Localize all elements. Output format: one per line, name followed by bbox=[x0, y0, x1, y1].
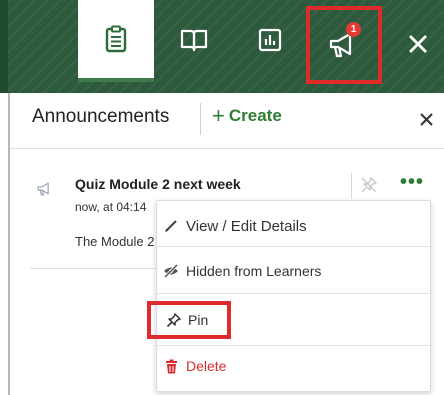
announcement-timestamp: now, at 04:14 bbox=[75, 200, 147, 214]
tab-book[interactable] bbox=[156, 0, 232, 80]
menu-item-hidden-from-learners[interactable]: Hidden from Learners bbox=[157, 257, 432, 285]
announcement-divider bbox=[30, 268, 156, 269]
close-panel-button[interactable] bbox=[414, 107, 438, 131]
announcement-body: The Module 2 bbox=[75, 234, 155, 249]
bar-chart-icon bbox=[258, 28, 282, 52]
close-sidebar-button[interactable] bbox=[398, 24, 438, 64]
header-divider bbox=[200, 103, 201, 135]
menu-item-pin[interactable]: Pin bbox=[157, 305, 432, 335]
pencil-icon bbox=[163, 218, 179, 234]
menu-item-view-edit[interactable]: View / Edit Details bbox=[157, 211, 432, 241]
actions-divider bbox=[351, 173, 352, 199]
trash-icon bbox=[163, 358, 179, 374]
plus-icon: + bbox=[212, 103, 225, 128]
notification-badge: 1 bbox=[346, 22, 361, 37]
announcement-megaphone-icon bbox=[36, 180, 54, 203]
menu-divider bbox=[157, 246, 432, 247]
menu-divider bbox=[157, 345, 432, 346]
menu-item-delete[interactable]: Delete bbox=[157, 351, 432, 381]
panel-header: Announcements + Create bbox=[10, 93, 444, 149]
panel-title: Announcements bbox=[32, 106, 170, 127]
close-icon bbox=[409, 35, 427, 53]
tab-announcements[interactable]: 1 bbox=[306, 6, 382, 84]
pin-icon bbox=[165, 312, 181, 328]
menu-item-label: Delete bbox=[186, 358, 227, 374]
tab-notes[interactable] bbox=[78, 0, 154, 82]
announcement-title[interactable]: Quiz Module 2 next week bbox=[75, 176, 241, 192]
menu-divider bbox=[157, 293, 432, 294]
pin-toggle-button[interactable] bbox=[360, 176, 378, 199]
eye-off-icon bbox=[163, 263, 179, 279]
menu-item-label: Hidden from Learners bbox=[186, 263, 322, 279]
book-icon bbox=[180, 29, 208, 52]
announcement-options-menu: View / Edit Details Hidden from Learners… bbox=[147, 200, 432, 392]
top-navigation-bar: 1 bbox=[0, 0, 444, 93]
menu-item-label: View / Edit Details bbox=[186, 217, 307, 235]
create-button[interactable]: + Create bbox=[212, 105, 282, 127]
clipboard-icon bbox=[105, 25, 127, 53]
menu-item-label: Pin bbox=[188, 312, 209, 328]
close-icon bbox=[419, 112, 433, 126]
create-label: Create bbox=[228, 106, 282, 125]
more-options-button[interactable]: ••• bbox=[400, 172, 424, 192]
pin-off-icon bbox=[361, 177, 377, 193]
tab-stats[interactable] bbox=[232, 0, 308, 80]
